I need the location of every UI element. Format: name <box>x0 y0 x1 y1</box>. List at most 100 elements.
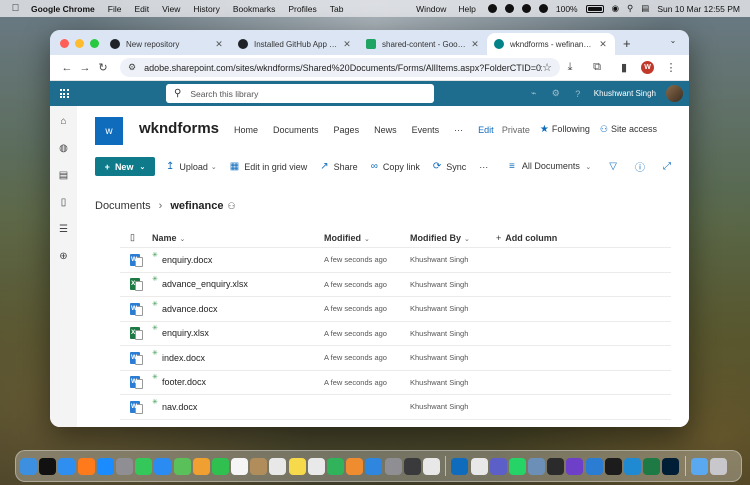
wifi-icon[interactable]: ◉ <box>612 3 619 14</box>
modified-by-cell[interactable]: Khushwant Singh <box>410 280 496 289</box>
add-circle-icon[interactable]: ⊕ <box>58 251 70 263</box>
word-icon[interactable] <box>585 457 603 475</box>
chrome-menu-icon[interactable]: ⋮ <box>661 61 681 74</box>
breadcrumb-current[interactable]: wefinance <box>170 200 223 212</box>
safari-icon[interactable] <box>58 457 76 475</box>
expand-icon[interactable]: ⤢ <box>663 161 671 172</box>
spotlight-search-icon[interactable]: ⚲ <box>627 3 633 14</box>
teams-icon[interactable] <box>489 457 507 475</box>
menu-bookmarks[interactable]: Bookmarks <box>233 4 276 14</box>
following-button[interactable]: ★ Following <box>540 124 590 135</box>
user-avatar[interactable] <box>666 85 683 102</box>
menu-tab[interactable]: Tab <box>330 4 344 14</box>
help-icon[interactable]: ? <box>572 89 584 99</box>
excel-icon[interactable] <box>643 457 661 475</box>
new-tab-button[interactable]: + <box>623 36 631 51</box>
minimize-window-button[interactable] <box>75 39 84 48</box>
edit-grid-view-button[interactable]: ▦ Edit in grid view <box>230 161 307 172</box>
recording-icon[interactable] <box>538 4 548 13</box>
download-icon[interactable]: ⤓ <box>560 61 580 74</box>
facetime-icon[interactable] <box>211 457 229 475</box>
file-type-header[interactable]: ▯ <box>120 232 152 243</box>
file-name-link[interactable]: ✳ nav.docx <box>152 399 197 412</box>
modified-by-cell[interactable]: Khushwant Singh <box>410 402 496 411</box>
document-icon[interactable]: ▯ <box>58 197 70 209</box>
github-desktop-icon[interactable] <box>566 457 584 475</box>
nav-home[interactable]: Home <box>234 125 258 135</box>
app-store-icon[interactable] <box>96 457 114 475</box>
table-row[interactable]: W ✳ footer.docx A few seconds ago Khushwa… <box>120 371 671 395</box>
megaphone-icon[interactable]: ⌁ <box>528 88 540 99</box>
lists-icon[interactable]: ☰ <box>58 224 70 236</box>
browser-tab-active[interactable]: wkndforms - wefinance - All ✕ <box>487 33 615 55</box>
photos-icon[interactable] <box>192 457 210 475</box>
back-arrow-icon[interactable]: ← <box>58 62 76 74</box>
file-name-link[interactable]: ✳ footer.docx <box>152 374 206 387</box>
home-icon[interactable]: ⌂ <box>58 116 70 128</box>
menu-view[interactable]: View <box>162 4 180 14</box>
menu-edit[interactable]: Edit <box>134 4 149 14</box>
table-row[interactable]: X ✳ advance_enquiry.xlsx A few seconds ag… <box>120 273 671 297</box>
add-column-button[interactable]: + Add column <box>496 233 671 243</box>
close-window-button[interactable] <box>60 39 69 48</box>
reminders-icon[interactable] <box>269 457 287 475</box>
apple-tv-icon[interactable] <box>39 457 57 475</box>
header-modified[interactable]: Modified ⌄ <box>324 233 410 243</box>
whatsapp-icon[interactable] <box>508 457 526 475</box>
table-row[interactable]: W ✳ advance.docx A few seconds ago Khushw… <box>120 297 671 322</box>
modified-by-cell[interactable]: Khushwant Singh <box>410 255 496 264</box>
terminal-icon[interactable] <box>547 457 565 475</box>
breadcrumb-documents[interactable]: Documents <box>95 200 151 212</box>
numbers-icon[interactable] <box>327 457 344 475</box>
menu-history[interactable]: History <box>193 4 219 14</box>
nav-pages[interactable]: Pages <box>334 125 360 135</box>
downloads-folder-icon[interactable] <box>690 457 708 475</box>
sync-button[interactable]: ⟳ Sync <box>433 161 466 172</box>
url-text[interactable]: adobe.sharepoint.com/sites/wkndforms/Sha… <box>144 63 542 73</box>
nav-more[interactable]: ··· <box>454 125 463 135</box>
freeform-icon[interactable] <box>307 457 325 475</box>
app-launcher-icon[interactable] <box>50 89 78 98</box>
control-center-icon[interactable]: ▤ <box>641 3 649 14</box>
header-name[interactable]: Name ⌄ <box>152 233 324 243</box>
notes-icon[interactable] <box>288 457 306 475</box>
messages-icon[interactable] <box>135 457 153 475</box>
close-tab-icon[interactable]: ✕ <box>470 39 480 50</box>
nav-edit[interactable]: Edit <box>478 125 494 135</box>
share-button[interactable]: ↗ Share <box>320 161 357 172</box>
news-icon[interactable]: ▤ <box>58 170 70 182</box>
menu-file[interactable]: File <box>108 4 122 14</box>
battery-icon[interactable] <box>585 4 604 13</box>
file-name-link[interactable]: ✳ advance_enquiry.xlsx <box>152 276 248 289</box>
tab-search-chevron-icon[interactable]: ⌄ <box>665 36 681 50</box>
modified-by-cell[interactable]: Khushwant Singh <box>410 378 496 387</box>
launchpad-icon[interactable] <box>115 457 133 475</box>
header-modified-by[interactable]: Modified By ⌄ <box>410 233 496 243</box>
menu-window[interactable]: Window <box>416 4 446 14</box>
menu-help[interactable]: Help <box>458 4 475 14</box>
file-name-link[interactable]: ✳ advance.docx <box>152 301 218 314</box>
contacts-icon[interactable] <box>250 457 268 475</box>
new-button[interactable]: + New ⌄ <box>95 157 155 176</box>
nav-news[interactable]: News <box>374 125 397 135</box>
table-row[interactable]: W ✳ enquiry.docx A few seconds ago Khushw… <box>120 248 671 273</box>
nav-events[interactable]: Events <box>412 125 440 135</box>
nav-documents[interactable]: Documents <box>273 125 319 135</box>
close-tab-icon[interactable]: ✕ <box>214 39 224 50</box>
zoom-window-button[interactable] <box>90 39 99 48</box>
trash-icon[interactable] <box>709 457 727 475</box>
calendar-icon[interactable] <box>231 457 249 475</box>
browser-tab[interactable]: New repository ✕ <box>103 33 231 55</box>
search-library-input[interactable]: ⚲ Search this library <box>166 84 434 103</box>
browser-tab[interactable]: shared-content - Google Dri ✕ <box>359 33 487 55</box>
site-settings-icon[interactable]: ⚙ <box>128 62 136 73</box>
forward-arrow-icon[interactable]: → <box>76 62 94 74</box>
file-name-link[interactable]: ✳ enquiry.xlsx <box>152 325 209 338</box>
creative-cloud-icon[interactable] <box>504 4 514 13</box>
slack-icon[interactable] <box>470 457 488 475</box>
finder-icon[interactable] <box>20 457 37 475</box>
photoshop-icon[interactable] <box>662 457 680 475</box>
info-icon[interactable]: ⓘ <box>635 159 645 174</box>
site-title[interactable]: wkndforms <box>139 120 219 137</box>
system-settings-icon[interactable] <box>384 457 402 475</box>
